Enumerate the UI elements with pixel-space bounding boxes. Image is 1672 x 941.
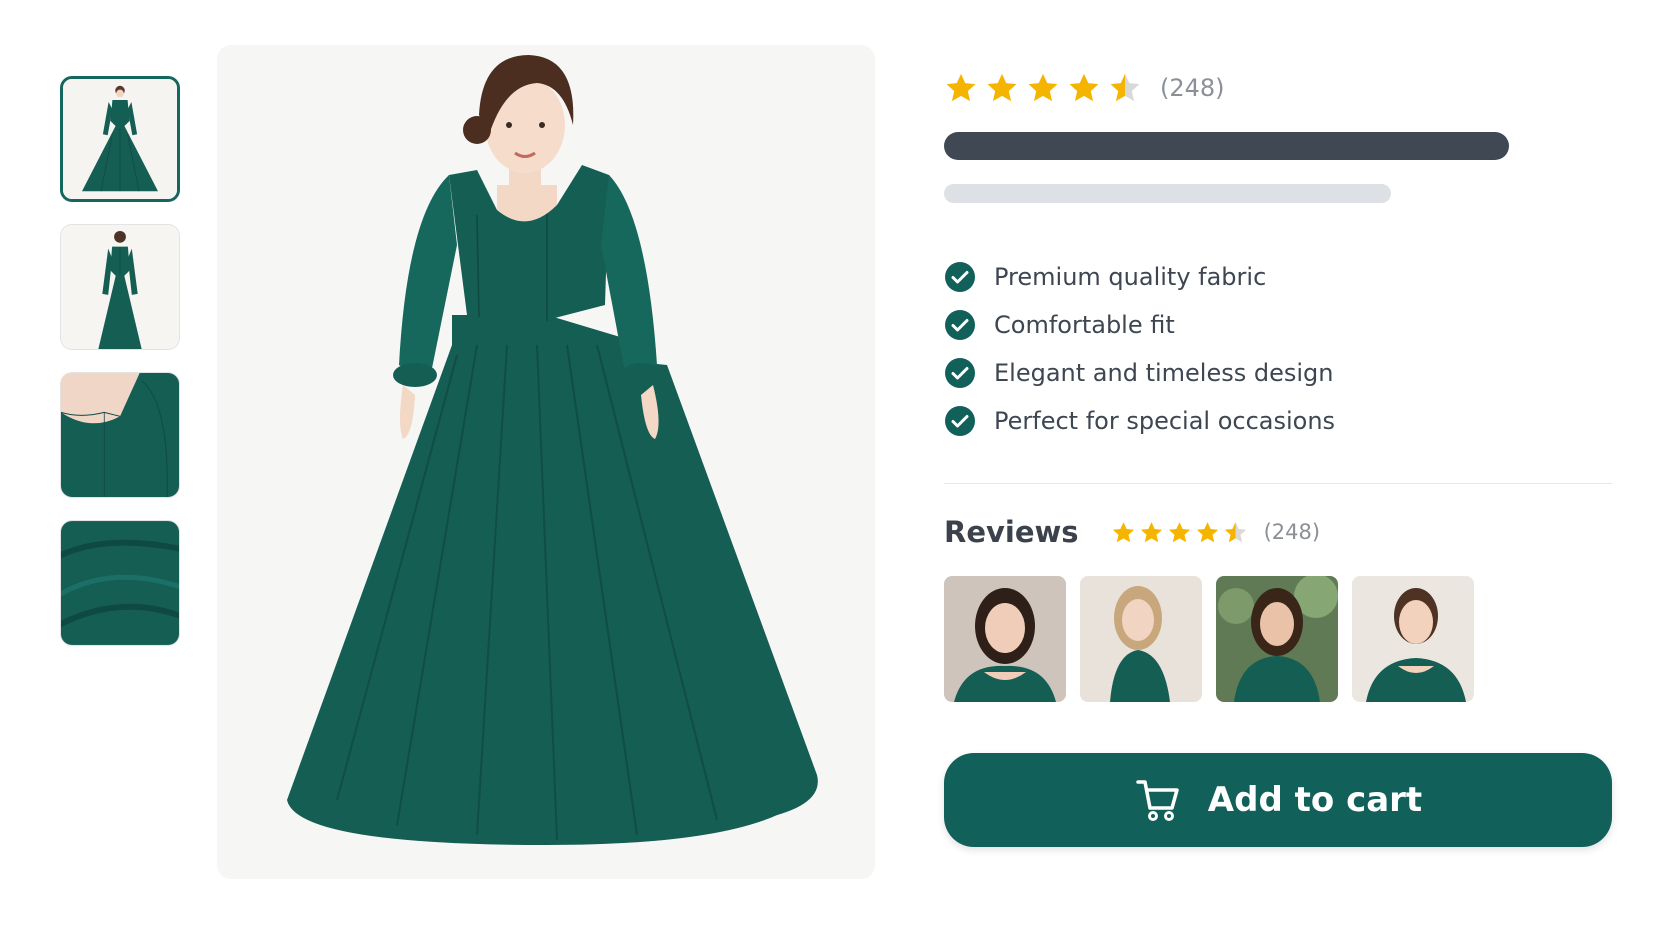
rating-stars [944,71,1142,105]
main-product-image[interactable] [217,45,875,879]
dress-back-thumbnail-image [61,225,179,349]
shopping-cart-icon [1136,780,1179,821]
check-circle-icon [945,406,975,436]
dress-front-thumbnail-image [63,79,177,199]
star-full-icon [1196,521,1218,542]
reviews-rating-stars [1111,520,1248,545]
check-circle-icon [945,358,975,388]
star-full-icon [1168,521,1190,542]
star-half-icon [1110,73,1140,102]
feature-label: Premium quality fabric [994,263,1267,291]
fabric-detail-thumbnail-image [61,521,179,645]
star-full-icon [1140,521,1162,542]
feature-item: Perfect for special occasions [944,397,1614,445]
reviews-header: Reviews (248) [944,512,1614,552]
thumbnail-front[interactable] [60,76,180,202]
review-photo[interactable] [944,576,1066,702]
check-circle-icon [945,310,975,340]
customer-photo-image [1216,576,1338,702]
thumbnail-fabric[interactable] [60,520,180,646]
feature-list: Premium quality fabric Comfortable fit E… [944,253,1614,445]
star-full-icon [1112,521,1134,542]
dress-model-illustration [217,45,875,879]
product-subtitle-placeholder [944,184,1391,203]
customer-photo-image [944,576,1066,702]
feature-label: Perfect for special occasions [994,407,1336,435]
thumbnail-gallery [60,76,182,668]
feature-item: Elegant and timeless design [944,349,1614,397]
star-half-icon [1224,521,1246,542]
review-photo-list [944,576,1614,702]
product-page: (248) Premium quality fabric Comfortable… [0,0,1672,941]
feature-label: Elegant and timeless design [994,359,1334,387]
thumbnail-back[interactable] [60,224,180,350]
feature-label: Comfortable fit [994,311,1175,339]
review-photo[interactable] [1216,576,1338,702]
review-photo[interactable] [1352,576,1474,702]
section-divider [944,483,1612,484]
rating-count: (248) [1160,74,1225,102]
product-info-panel: (248) Premium quality fabric Comfortable… [944,68,1614,847]
reviews-count: (248) [1263,520,1321,544]
feature-item: Comfortable fit [944,301,1614,349]
add-to-cart-button[interactable]: Add to cart [944,753,1612,847]
thumbnail-neckline[interactable] [60,372,180,498]
star-full-icon [1028,73,1058,102]
feature-item: Premium quality fabric [944,253,1614,301]
product-rating[interactable]: (248) [944,68,1614,108]
neckline-detail-thumbnail-image [61,373,179,497]
customer-photo-image [1080,576,1202,702]
add-to-cart-label: Add to cart [1207,780,1423,820]
customer-photo-image [1352,576,1474,702]
check-circle-icon [945,262,975,292]
review-photo[interactable] [1080,576,1202,702]
star-full-icon [946,73,976,102]
star-full-icon [987,73,1017,102]
star-full-icon [1069,73,1099,102]
reviews-title: Reviews [944,515,1079,549]
product-title-placeholder [944,132,1509,160]
